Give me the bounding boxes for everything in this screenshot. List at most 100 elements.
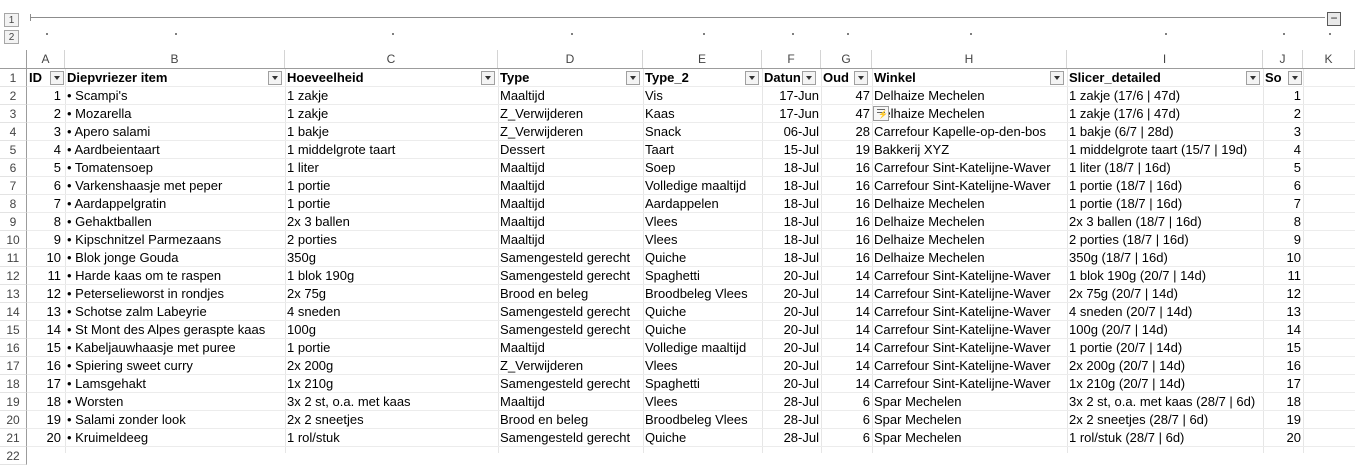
cell-type[interactable]: Samengesteld gerecht xyxy=(498,429,643,447)
cell-sort[interactable]: 18 xyxy=(1263,393,1303,411)
cell-id[interactable]: 9 xyxy=(27,231,65,249)
cell-item[interactable]: • Blok jonge Gouda xyxy=(65,249,285,267)
cell-hoeveelheid[interactable]: 1 middelgrote taart xyxy=(285,141,498,159)
cell-type[interactable]: Brood en beleg xyxy=(498,411,643,429)
cell-type-2[interactable]: Vlees xyxy=(643,393,762,411)
cell-id[interactable]: 11 xyxy=(27,267,65,285)
cell-id[interactable]: 17 xyxy=(27,375,65,393)
cell-type-2[interactable]: Quiche xyxy=(643,303,762,321)
table-header-winkel[interactable]: Winkel xyxy=(872,69,1067,87)
cell-item[interactable]: • Apero salami xyxy=(65,123,285,141)
cell-type-2[interactable]: Aardappelen xyxy=(643,195,762,213)
cell-oud[interactable]: 14 xyxy=(821,339,872,357)
cell-type[interactable]: Z_Verwijderen xyxy=(498,123,643,141)
cell-slicer-detailed[interactable]: 3x 2 st, o.a. met kaas (28/7 | 6d) xyxy=(1067,393,1263,411)
cell-winkel[interactable]: Spar Mechelen xyxy=(872,393,1067,411)
row-header[interactable]: 4 xyxy=(0,123,27,141)
cell-sort[interactable]: 20 xyxy=(1263,429,1303,447)
cell-winkel[interactable]: Delhaize Mechelen xyxy=(872,195,1067,213)
row-header[interactable]: 19 xyxy=(0,393,27,411)
cell-sort[interactable]: 5 xyxy=(1263,159,1303,177)
cell-winkel[interactable]: Delhaize Mechelen xyxy=(872,105,1067,123)
cell-type-2[interactable]: Taart xyxy=(643,141,762,159)
cell-sort[interactable]: 11 xyxy=(1263,267,1303,285)
cell-hoeveelheid[interactable]: 3x 2 st, o.a. met kaas xyxy=(285,393,498,411)
cell-hoeveelheid[interactable]: 1 portie xyxy=(285,339,498,357)
cell-sort[interactable]: 19 xyxy=(1263,411,1303,429)
cell-type-2[interactable]: Vlees xyxy=(643,231,762,249)
cell-type[interactable]: Maaltijd xyxy=(498,177,643,195)
cell-type-2[interactable]: Snack xyxy=(643,123,762,141)
cell-winkel[interactable]: Carrefour Sint-Katelijne-Waver xyxy=(872,357,1067,375)
cell-sort[interactable]: 10 xyxy=(1263,249,1303,267)
row-header[interactable]: 16 xyxy=(0,339,27,357)
cell-item[interactable]: • Peterselieworst in rondjes xyxy=(65,285,285,303)
cell-type-2[interactable]: Vlees xyxy=(643,213,762,231)
cell-winkel[interactable]: Carrefour Sint-Katelijne-Waver xyxy=(872,303,1067,321)
cell-hoeveelheid[interactable]: 4 sneden xyxy=(285,303,498,321)
cell-type[interactable]: Samengesteld gerecht xyxy=(498,321,643,339)
row-header[interactable]: 7 xyxy=(0,177,27,195)
cell-winkel[interactable]: Carrefour Sint-Katelijne-Waver xyxy=(872,267,1067,285)
cell-id[interactable]: 20 xyxy=(27,429,65,447)
outline-level-1-button[interactable]: 1 xyxy=(4,13,19,27)
cell-type-2[interactable]: Vlees xyxy=(643,357,762,375)
cell-type[interactable]: Samengesteld gerecht xyxy=(498,249,643,267)
cell-id[interactable]: 6 xyxy=(27,177,65,195)
cell-type-2[interactable]: Quiche xyxy=(643,429,762,447)
cell-datum[interactable]: 20-Jul xyxy=(762,321,821,339)
cell-type-2[interactable]: Broodbeleg Vlees xyxy=(643,285,762,303)
cell-sort[interactable]: 13 xyxy=(1263,303,1303,321)
cell-slicer-detailed[interactable]: 1 liter (18/7 | 16d) xyxy=(1067,159,1263,177)
cell-type-2[interactable]: Vis xyxy=(643,87,762,105)
cell-type[interactable]: Maaltijd xyxy=(498,213,643,231)
table-header-item[interactable]: Diepvriezer item xyxy=(65,69,285,87)
cell-datum[interactable]: 20-Jul xyxy=(762,375,821,393)
cell-hoeveelheid[interactable]: 350g xyxy=(285,249,498,267)
cell-oud[interactable]: 6 xyxy=(821,411,872,429)
cell-type-2[interactable]: Kaas xyxy=(643,105,762,123)
cell-sort[interactable]: 16 xyxy=(1263,357,1303,375)
cell-oud[interactable]: 14 xyxy=(821,285,872,303)
cell-oud[interactable]: 16 xyxy=(821,213,872,231)
cell-oud[interactable]: 16 xyxy=(821,249,872,267)
cell-slicer-detailed[interactable]: 2x 3 ballen (18/7 | 16d) xyxy=(1067,213,1263,231)
cell-sort[interactable]: 17 xyxy=(1263,375,1303,393)
cell-item[interactable]: • Tomatensoep xyxy=(65,159,285,177)
cell-id[interactable]: 5 xyxy=(27,159,65,177)
cell-oud[interactable]: 16 xyxy=(821,177,872,195)
cell-hoeveelheid[interactable]: 1 zakje xyxy=(285,105,498,123)
row-header[interactable]: 21 xyxy=(0,429,27,447)
cell-datum[interactable]: 20-Jul xyxy=(762,303,821,321)
cell-slicer-detailed[interactable]: 2x 2 sneetjes (28/7 | 6d) xyxy=(1067,411,1263,429)
row-header[interactable]: 18 xyxy=(0,375,27,393)
row-header[interactable]: 2 xyxy=(0,87,27,105)
column-header-i[interactable]: I xyxy=(1067,50,1263,68)
cell-winkel[interactable]: Carrefour Sint-Katelijne-Waver xyxy=(872,339,1067,357)
cell-slicer-detailed[interactable]: 1 middelgrote taart (15/7 | 19d) xyxy=(1067,141,1263,159)
cell-winkel[interactable]: Delhaize Mechelen xyxy=(872,213,1067,231)
cell-slicer-detailed[interactable]: 1 portie (18/7 | 16d) xyxy=(1067,177,1263,195)
cell-id[interactable]: 18 xyxy=(27,393,65,411)
cell-hoeveelheid[interactable]: 2x 200g xyxy=(285,357,498,375)
cell-sort[interactable]: 12 xyxy=(1263,285,1303,303)
cell-winkel[interactable]: Carrefour Sint-Katelijne-Waver xyxy=(872,375,1067,393)
cell-datum[interactable]: 18-Jul xyxy=(762,195,821,213)
cell-type[interactable]: Maaltijd xyxy=(498,339,643,357)
cell-slicer-detailed[interactable]: 4 sneden (20/7 | 14d) xyxy=(1067,303,1263,321)
cell-type-2[interactable]: Volledige maaltijd xyxy=(643,339,762,357)
filter-dropdown-button[interactable] xyxy=(854,71,868,85)
cell-item[interactable]: • Schotse zalm Labeyrie xyxy=(65,303,285,321)
cell-datum[interactable]: 20-Jul xyxy=(762,357,821,375)
row-header[interactable]: 10 xyxy=(0,231,27,249)
cell-type[interactable]: Maaltijd xyxy=(498,195,643,213)
cell-hoeveelheid[interactable]: 1 portie xyxy=(285,177,498,195)
cell-hoeveelheid[interactable]: 1 portie xyxy=(285,195,498,213)
row-header[interactable]: 13 xyxy=(0,285,27,303)
cell-type-2[interactable]: Spaghetti xyxy=(643,375,762,393)
cell-oud[interactable]: 16 xyxy=(821,195,872,213)
row-header[interactable]: 3 xyxy=(0,105,27,123)
outline-level-2-button[interactable]: 2 xyxy=(4,30,19,44)
cell-winkel[interactable]: Spar Mechelen xyxy=(872,411,1067,429)
cell-id[interactable]: 8 xyxy=(27,213,65,231)
